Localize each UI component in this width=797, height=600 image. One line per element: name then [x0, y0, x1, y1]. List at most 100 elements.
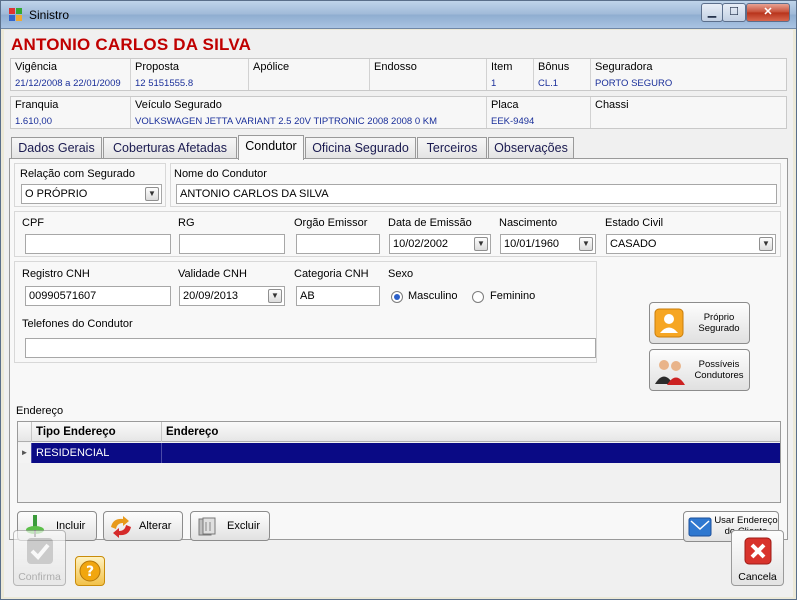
chassi-label: Chassi: [595, 99, 629, 111]
sinistro-window: Sinistro ▁ ☐ ✕ ANTONIO CARLOS DA SILVA V…: [0, 0, 797, 600]
endosso-cell: Endosso: [370, 59, 487, 90]
nascimento-date-picker[interactable]: 10/01/1960 ▼: [500, 234, 596, 254]
nome-label: Nome do Condutor: [174, 168, 267, 180]
veiculo-label: Veículo Segurado: [135, 99, 222, 111]
cancela-button[interactable]: Cancela: [731, 530, 784, 586]
seguradora-cell: Seguradora PORTO SEGURO: [591, 59, 786, 90]
nome-group: Nome do Condutor ANTONIO CARLOS DA SILVA: [170, 163, 781, 207]
app-icon: [9, 8, 22, 21]
sexo-feminino-radio[interactable]: [472, 291, 484, 303]
registro-cnh-input[interactable]: 00990571607: [25, 286, 171, 306]
relacao-value: O PRÓPRIO: [25, 188, 88, 200]
relacao-select[interactable]: O PRÓPRIO ▼: [21, 184, 162, 204]
placa-label: Placa: [491, 99, 519, 111]
vigencia-value: 21/12/2008 a 22/01/2009: [15, 78, 121, 89]
tab-condutor[interactable]: Condutor: [238, 135, 304, 160]
row-selector-icon[interactable]: ►: [18, 443, 32, 463]
cancela-label: Cancela: [738, 571, 777, 583]
tab-coberturas-afetadas[interactable]: Coberturas Afetadas: [103, 137, 237, 159]
excluir-button[interactable]: Excluir: [190, 511, 270, 541]
policy-info-row-1: Vigência 21/12/2008 a 22/01/2009 Propost…: [10, 58, 787, 91]
item-cell: Item 1: [487, 59, 534, 90]
tab-observacoes[interactable]: Observações: [488, 137, 574, 159]
telefones-input[interactable]: [25, 338, 596, 358]
rg-label: RG: [178, 217, 195, 229]
telefones-label: Telefones do Condutor: [22, 318, 133, 330]
column-endereco[interactable]: Endereço: [162, 422, 780, 442]
table-row[interactable]: ► RESIDENCIAL: [18, 443, 780, 463]
possiveis-condutores-label: Possíveis Condutores: [694, 359, 744, 381]
check-icon: [27, 538, 53, 564]
nascimento-value: 10/01/1960: [504, 238, 560, 250]
chevron-down-icon[interactable]: ▼: [579, 237, 593, 251]
row-endereco[interactable]: [162, 443, 780, 463]
chevron-down-icon[interactable]: ▼: [268, 289, 282, 303]
rg-input[interactable]: [179, 234, 285, 254]
tab-dados-gerais[interactable]: Dados Gerais: [11, 137, 102, 159]
close-icon: ✕: [763, 6, 773, 18]
delete-icon: [198, 517, 216, 536]
franquia-value: 1.610,00: [15, 116, 52, 127]
alterar-button[interactable]: Alterar: [103, 511, 183, 541]
alterar-label: Alterar: [139, 520, 172, 532]
emissao-label: Data de Emissão: [388, 217, 472, 229]
help-icon: ?: [79, 560, 101, 582]
chevron-down-icon[interactable]: ▼: [474, 237, 488, 251]
maximize-button[interactable]: ☐: [722, 3, 746, 22]
cpf-label: CPF: [22, 217, 44, 229]
possiveis-condutores-button[interactable]: Possíveis Condutores: [649, 349, 750, 391]
cancel-icon: [744, 537, 772, 565]
bonus-label: Bônus: [538, 61, 570, 73]
minimize-button[interactable]: ▁: [701, 3, 723, 22]
proprio-segurado-button[interactable]: Próprio Segurado: [649, 302, 750, 344]
tab-oficina-segurado[interactable]: Oficina Segurado: [305, 137, 416, 159]
franquia-cell: Franquia 1.610,00: [11, 97, 131, 128]
chevron-down-icon[interactable]: ▼: [145, 187, 159, 201]
item-label: Item: [491, 61, 513, 73]
bonus-cell: Bônus CL.1: [534, 59, 591, 90]
row-tipo-endereco[interactable]: RESIDENCIAL: [32, 443, 162, 463]
holder-name: ANTONIO CARLOS DA SILVA: [11, 35, 252, 54]
endosso-label: Endosso: [374, 61, 417, 73]
nome-input[interactable]: ANTONIO CARLOS DA SILVA: [176, 184, 777, 204]
proposta-label: Proposta: [135, 61, 180, 73]
nascimento-label: Nascimento: [499, 217, 558, 229]
chevron-down-icon[interactable]: ▼: [759, 237, 773, 251]
cpf-input[interactable]: [25, 234, 171, 254]
orgao-input[interactable]: [296, 234, 380, 254]
confirma-label: Confirma: [18, 571, 61, 583]
categoria-cnh-input[interactable]: AB: [296, 286, 380, 306]
registro-cnh-label: Registro CNH: [22, 268, 90, 280]
apolice-label: Apólice: [253, 61, 290, 73]
sexo-feminino-label[interactable]: Feminino: [490, 290, 535, 302]
relacao-label: Relação com Segurado: [20, 168, 135, 180]
validade-cnh-label: Validade CNH: [178, 268, 247, 280]
sexo-masculino-radio[interactable]: [391, 291, 403, 303]
relacao-group: Relação com Segurado O PRÓPRIO ▼: [14, 163, 166, 207]
minimize-icon: ▁: [707, 6, 717, 18]
sexo-masculino-label[interactable]: Masculino: [408, 290, 458, 302]
veiculo-value: VOLKSWAGEN JETTA VARIANT 2.5 20V TIPTRON…: [135, 116, 438, 127]
estado-civil-select[interactable]: CASADO ▼: [606, 234, 776, 254]
validade-cnh-date-picker[interactable]: 20/09/2013 ▼: [179, 286, 285, 306]
estado-civil-label: Estado Civil: [605, 217, 664, 229]
endereco-label: Endereço: [16, 405, 64, 417]
title-bar[interactable]: Sinistro ▁ ☐ ✕: [1, 1, 796, 29]
tab-terceiros[interactable]: Terceiros: [417, 137, 487, 159]
vigencia-cell: Vigência 21/12/2008 a 22/01/2009: [11, 59, 131, 90]
confirma-button[interactable]: Confirma: [13, 530, 66, 586]
condutor-panel: Relação com Segurado O PRÓPRIO ▼ Nome do…: [9, 158, 788, 542]
emissao-date-picker[interactable]: 10/02/2002 ▼: [389, 234, 491, 254]
item-value: 1: [491, 78, 497, 89]
proposta-cell: Proposta 12 5151555.8: [131, 59, 249, 90]
seguradora-value: PORTO SEGURO: [595, 78, 673, 89]
categoria-cnh-label: Categoria CNH: [294, 268, 369, 280]
column-tipo-endereco[interactable]: Tipo Endereço: [32, 422, 162, 442]
sexo-label: Sexo: [388, 268, 414, 280]
estado-civil-value: CASADO: [610, 238, 657, 250]
svg-text:?: ?: [86, 564, 94, 580]
close-button[interactable]: ✕: [746, 3, 790, 22]
help-button[interactable]: ?: [75, 556, 105, 586]
emissao-value: 10/02/2002: [393, 238, 449, 250]
validade-cnh-value: 20/09/2013: [183, 290, 239, 302]
